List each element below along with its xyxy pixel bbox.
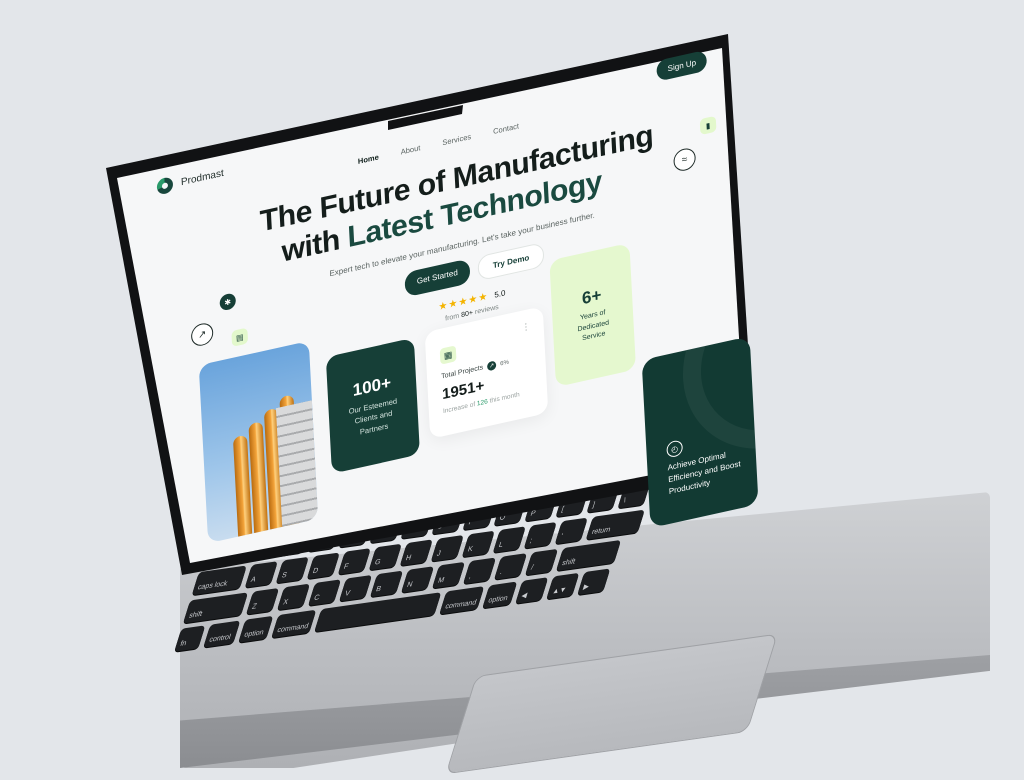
key-command[interactable]: command (439, 586, 485, 615)
efficiency-card: ◴ Achieve Optimal Efficiency and Boost P… (641, 336, 759, 529)
key-return[interactable]: return (585, 509, 645, 540)
key-f[interactable]: F (337, 548, 371, 575)
nav-home[interactable]: Home (358, 152, 379, 166)
logo-icon (156, 176, 174, 196)
key-a[interactable]: A (244, 561, 278, 588)
key-j[interactable]: J (430, 534, 464, 562)
nav-services[interactable]: Services (442, 132, 471, 147)
key--[interactable]: / (525, 548, 559, 576)
key-x[interactable]: X (277, 583, 311, 611)
key--[interactable]: ] (586, 486, 620, 513)
key--[interactable]: . (494, 553, 528, 580)
key-p[interactable]: P (524, 494, 558, 522)
signup-button[interactable]: Sign Up (656, 49, 708, 82)
get-started-button[interactable]: Get Started (404, 258, 471, 298)
arrow-up-right-icon[interactable]: ↗ (190, 321, 214, 348)
reviews-count: 80+ (460, 309, 474, 320)
trend-icon: ↗ (486, 360, 497, 372)
key-caps-lock[interactable]: caps lock (191, 565, 247, 596)
document-icon: ▤ (231, 327, 249, 347)
key--[interactable]: ▶ (577, 568, 611, 596)
key-t[interactable]: T (369, 516, 403, 544)
key--[interactable]: \ (617, 481, 651, 509)
key-k[interactable]: K (461, 530, 495, 558)
key-b[interactable]: B (370, 570, 404, 598)
website-content: Prodmast Home About Services Contact Sig… (128, 41, 759, 562)
key-command[interactable]: command (271, 609, 317, 639)
more-vertical-icon[interactable]: ⋮ (521, 321, 531, 334)
nav-about[interactable]: About (401, 143, 421, 156)
key--[interactable]: ' (554, 517, 588, 545)
gauge-icon: ◴ (666, 439, 684, 459)
key-g[interactable]: G (368, 543, 402, 571)
years-card: 6+ Years of Dedicated Service (549, 242, 637, 388)
key-option[interactable]: option (482, 581, 518, 609)
projects-card: ▦ ⋮ Total Projects ↗ 6% 1951+ Increase o… (424, 306, 549, 439)
key-v[interactable]: V (339, 574, 373, 602)
bar-chart-icon: ▮ (699, 115, 717, 136)
wave-icon[interactable]: ≈ (673, 146, 697, 173)
brand[interactable]: Prodmast (156, 165, 225, 196)
sparkle-icon: ✱ (219, 292, 237, 312)
key-d[interactable]: D (306, 552, 340, 580)
key-i[interactable]: I (462, 503, 496, 531)
key-option[interactable]: option (238, 615, 274, 643)
key--[interactable]: ◀ (515, 577, 549, 604)
brand-name: Prodmast (180, 167, 225, 188)
try-demo-button[interactable]: Try Demo (477, 241, 545, 282)
reviews-suffix: reviews (472, 303, 499, 317)
key--[interactable]: ▲▼ (546, 572, 580, 600)
key-e[interactable]: E (307, 525, 341, 552)
key-s[interactable]: S (275, 556, 309, 584)
nav-contact[interactable]: Contact (493, 121, 519, 136)
key-u[interactable]: U (431, 507, 465, 535)
reviews-prefix: from (445, 312, 462, 323)
key-c[interactable]: C (308, 579, 342, 606)
projects-inc-suffix: this month (487, 391, 520, 406)
projects-inc-prefix: Increase of (442, 400, 478, 416)
clients-text: Our Esteemed Clients and Partners (348, 396, 398, 437)
key-shift[interactable]: shift (556, 539, 622, 572)
key-shift[interactable]: shift (183, 592, 249, 624)
rating-value: 5.0 (494, 288, 506, 300)
key--[interactable]: ; (523, 521, 557, 549)
key-o[interactable]: O (493, 499, 527, 526)
key-n[interactable]: N (401, 566, 435, 593)
key-r[interactable]: R (338, 520, 372, 548)
key-m[interactable]: M (432, 561, 466, 589)
industrial-pipes-image (198, 340, 319, 544)
key-z[interactable]: Z (246, 587, 280, 615)
laptop-scene: escF1F2F3F4F5F6F7F8F9F10F11F12 ~12345678… (0, 0, 1024, 775)
key-l[interactable]: L (492, 526, 526, 553)
key--[interactable]: , (463, 557, 497, 585)
key-fn[interactable]: fn (174, 625, 206, 652)
key-w[interactable]: W (276, 529, 310, 557)
projects-pct: 6% (500, 359, 510, 367)
years-number: 6+ (581, 285, 602, 309)
project-icon: ▦ (439, 345, 457, 365)
projects-inc-value: 126 (476, 398, 489, 408)
key-h[interactable]: H (399, 539, 433, 567)
clients-card: 100+ Our Esteemed Clients and Partners (325, 337, 420, 474)
years-text: Years of Dedicated Service (577, 309, 610, 343)
key-y[interactable]: Y (400, 512, 434, 539)
key-control[interactable]: control (203, 620, 241, 648)
key--[interactable]: [ (555, 490, 589, 518)
